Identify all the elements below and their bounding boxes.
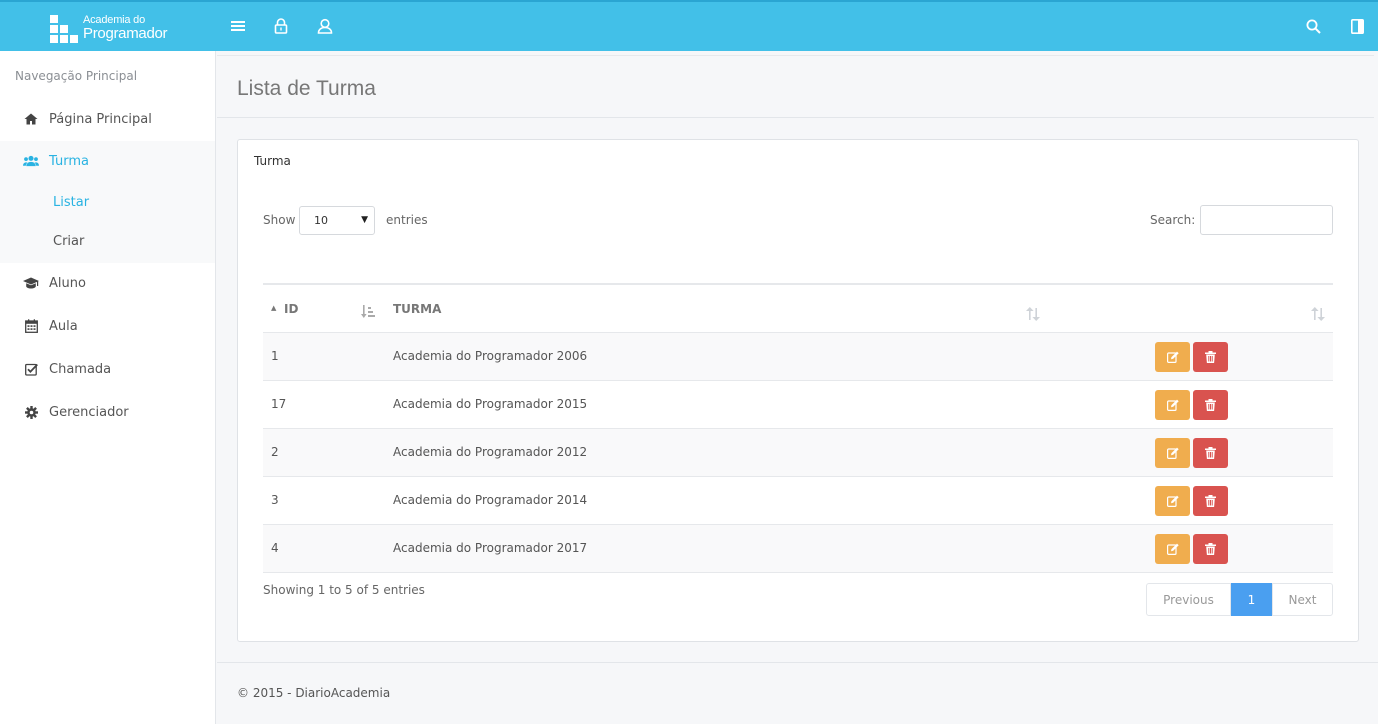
table-header: ▲ ID TURMA	[263, 285, 1333, 333]
cell-turma: Academia do Programador 2012	[393, 445, 588, 459]
search-icon[interactable]	[1303, 16, 1323, 36]
cell-turma: Academia do Programador 2017	[393, 541, 588, 555]
sort-amount-icon[interactable]	[361, 305, 375, 322]
cell-turma: Academia do Programador 2015	[393, 397, 588, 411]
pagination: Previous 1 Next	[1146, 583, 1333, 616]
sidebar-item-pagina-principal[interactable]: Página Principal	[0, 99, 215, 139]
cell-id: 1	[271, 349, 279, 363]
sidebar-item-label: Gerenciador	[49, 404, 129, 420]
search-input[interactable]	[1200, 205, 1333, 235]
edit-icon	[1166, 399, 1179, 411]
trash-icon	[1205, 399, 1216, 411]
check-square-icon	[23, 361, 39, 377]
users-icon	[23, 153, 39, 169]
sidebar-item-aula[interactable]: Aula	[0, 306, 215, 346]
sidebar-subitem-criar[interactable]: Criar	[53, 234, 84, 249]
sidebar-item-label: Chamada	[49, 361, 112, 377]
search-label: Search:	[1150, 213, 1196, 227]
edit-icon	[1166, 351, 1179, 363]
edit-button[interactable]	[1155, 486, 1190, 516]
sidebar-subitem-listar[interactable]: Listar	[53, 195, 89, 210]
trash-icon	[1205, 543, 1216, 555]
sidebar-toggle-icon[interactable]	[1347, 16, 1367, 36]
delete-button[interactable]	[1193, 486, 1228, 516]
sidebar-item-label: Página Principal	[49, 111, 152, 127]
edit-button[interactable]	[1155, 342, 1190, 372]
entries-length-value: 10	[314, 214, 328, 227]
table-row: 1 Academia do Programador 2006	[263, 333, 1333, 381]
calendar-icon	[23, 318, 39, 334]
sidebar-item-chamada[interactable]: Chamada	[0, 349, 215, 389]
brand-text: Academia do Programador	[83, 14, 168, 42]
delete-button[interactable]	[1193, 342, 1228, 372]
sidebar-group-turma: Turma Listar Criar	[0, 141, 215, 263]
panel-title: Turma	[254, 154, 291, 168]
brand-line2: Programador	[83, 25, 168, 42]
table-row: 2 Academia do Programador 2012	[263, 429, 1333, 477]
previous-page-button[interactable]: Previous	[1146, 583, 1231, 616]
page-header: Lista de Turma	[217, 55, 1374, 118]
cell-id: 4	[271, 541, 279, 555]
trash-icon	[1205, 495, 1216, 507]
user-icon[interactable]	[315, 16, 335, 36]
delete-button[interactable]	[1193, 534, 1228, 564]
cell-id: 2	[271, 445, 279, 459]
page-1-button[interactable]: 1	[1231, 583, 1272, 616]
lock-icon[interactable]	[271, 16, 291, 36]
delete-button[interactable]	[1193, 390, 1228, 420]
gear-icon	[23, 404, 39, 420]
sidebar-item-gerenciador[interactable]: Gerenciador	[0, 392, 215, 432]
sidebar-item-aluno[interactable]: Aluno	[0, 263, 215, 303]
trash-icon	[1205, 351, 1216, 363]
turma-panel: Turma Show 10 ▼ entries Search: ▲ ID TUR…	[237, 139, 1359, 642]
next-page-button[interactable]: Next	[1272, 583, 1333, 616]
logo-mark	[50, 15, 78, 43]
brand-logo[interactable]: Academia do Programador	[50, 14, 180, 43]
entries-length-select[interactable]: 10 ▼	[299, 206, 375, 235]
trash-icon	[1205, 447, 1216, 459]
sidebar-item-label: Aula	[49, 318, 78, 334]
menu-icon[interactable]	[228, 16, 248, 36]
edit-button[interactable]	[1155, 438, 1190, 468]
graduation-cap-icon	[23, 275, 39, 291]
sort-icon[interactable]	[1026, 307, 1040, 324]
page-title: Lista de Turma	[237, 77, 376, 100]
show-label: Show	[263, 213, 296, 227]
delete-button[interactable]	[1193, 438, 1228, 468]
turma-table: ▲ ID TURMA 1 Academia do Programador 200…	[263, 283, 1333, 573]
table-info: Showing 1 to 5 of 5 entries	[263, 583, 425, 597]
entries-label: entries	[386, 213, 428, 227]
sidebar-title: Navegação Principal	[15, 69, 138, 83]
table-row: 3 Academia do Programador 2014	[263, 477, 1333, 525]
table-row: 4 Academia do Programador 2017	[263, 525, 1333, 573]
column-header-turma[interactable]: TURMA	[393, 302, 441, 316]
cell-id: 17	[271, 397, 287, 411]
edit-button[interactable]	[1155, 390, 1190, 420]
table-row: 17 Academia do Programador 2015	[263, 381, 1333, 429]
chevron-down-icon: ▼	[361, 215, 368, 225]
home-icon	[23, 111, 39, 127]
sidebar: Navegação Principal Página Principal Tur…	[0, 51, 216, 724]
edit-icon	[1166, 447, 1179, 459]
sidebar-item-label: Turma	[49, 153, 89, 169]
footer-copyright: © 2015 - DiarioAcademia	[237, 686, 391, 700]
cell-id: 3	[271, 493, 279, 507]
edit-icon	[1166, 543, 1179, 555]
sidebar-item-label: Aluno	[49, 275, 86, 291]
sort-asc-icon: ▲	[271, 304, 277, 312]
cell-turma: Academia do Programador 2014	[393, 493, 588, 507]
sidebar-item-turma[interactable]: Turma	[0, 141, 215, 181]
edit-button[interactable]	[1155, 534, 1190, 564]
edit-icon	[1166, 495, 1179, 507]
footer: © 2015 - DiarioAcademia	[217, 662, 1378, 724]
top-navbar: Academia do Programador	[0, 0, 1378, 51]
column-header-id[interactable]: ID	[284, 302, 298, 316]
cell-turma: Academia do Programador 2006	[393, 349, 588, 363]
sort-icon[interactable]	[1311, 307, 1325, 324]
